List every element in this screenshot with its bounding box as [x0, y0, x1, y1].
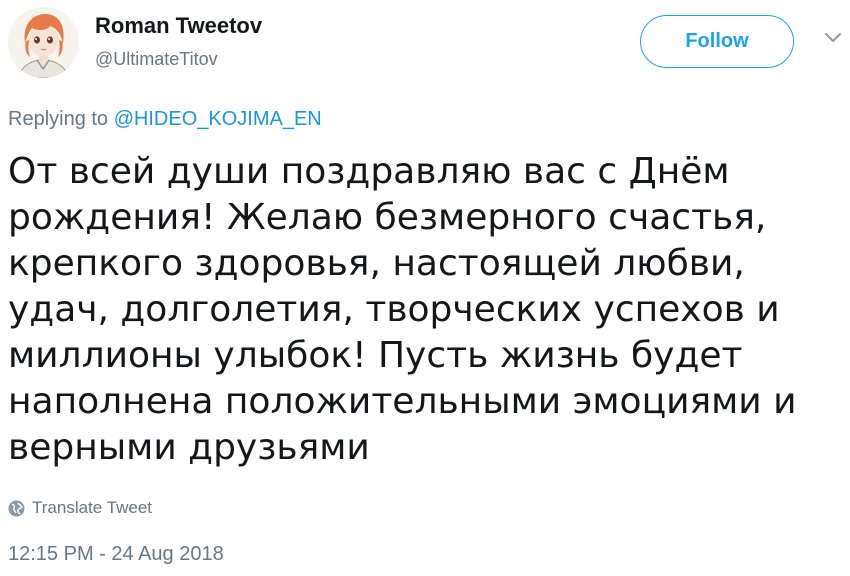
user-display-name[interactable]: Roman Tweetov — [95, 13, 262, 39]
tweet-text-line: удач, долголетия, творческих успехов и — [8, 289, 780, 330]
tweet-text: От всей души поздравляю вас с Днём рожде… — [8, 149, 838, 471]
translate-tweet-link[interactable]: Translate Tweet — [8, 498, 152, 518]
tweet-text-line: От всей души поздравляю вас с Днём — [8, 151, 730, 192]
chevron-down-icon — [825, 33, 841, 42]
tweet-timestamp[interactable]: 12:15 PM - 24 Aug 2018 — [8, 543, 224, 566]
tweet-text-line: верными друзьями — [8, 427, 370, 468]
tweet-text-line: рождения! Желаю безмерного счастья, — [8, 197, 767, 238]
translate-label: Translate Tweet — [32, 498, 153, 517]
reply-context: Replying to @HIDEO_KOJIMA_EN — [8, 108, 322, 131]
globe-icon — [8, 500, 25, 517]
follow-button[interactable]: Follow — [640, 15, 794, 68]
tweet-text-line: наполнена положительными эмоциями и — [8, 381, 797, 422]
reply-mention-link[interactable]: @HIDEO_KOJIMA_EN — [114, 108, 322, 130]
tweet-card: Roman Tweetov @UltimateTitov Follow Repl… — [0, 0, 850, 576]
reply-prefix: Replying to — [8, 108, 109, 130]
avatar[interactable] — [8, 7, 79, 78]
tweet-text-line: миллионы улыбок! Пусть жизнь будет — [8, 335, 743, 376]
tweet-menu-button[interactable] — [822, 30, 844, 46]
anime-avatar-icon — [8, 7, 79, 78]
user-handle[interactable]: @UltimateTitov — [95, 49, 218, 70]
tweet-text-line: крепкого здоровья, настоящей любви, — [8, 243, 745, 284]
